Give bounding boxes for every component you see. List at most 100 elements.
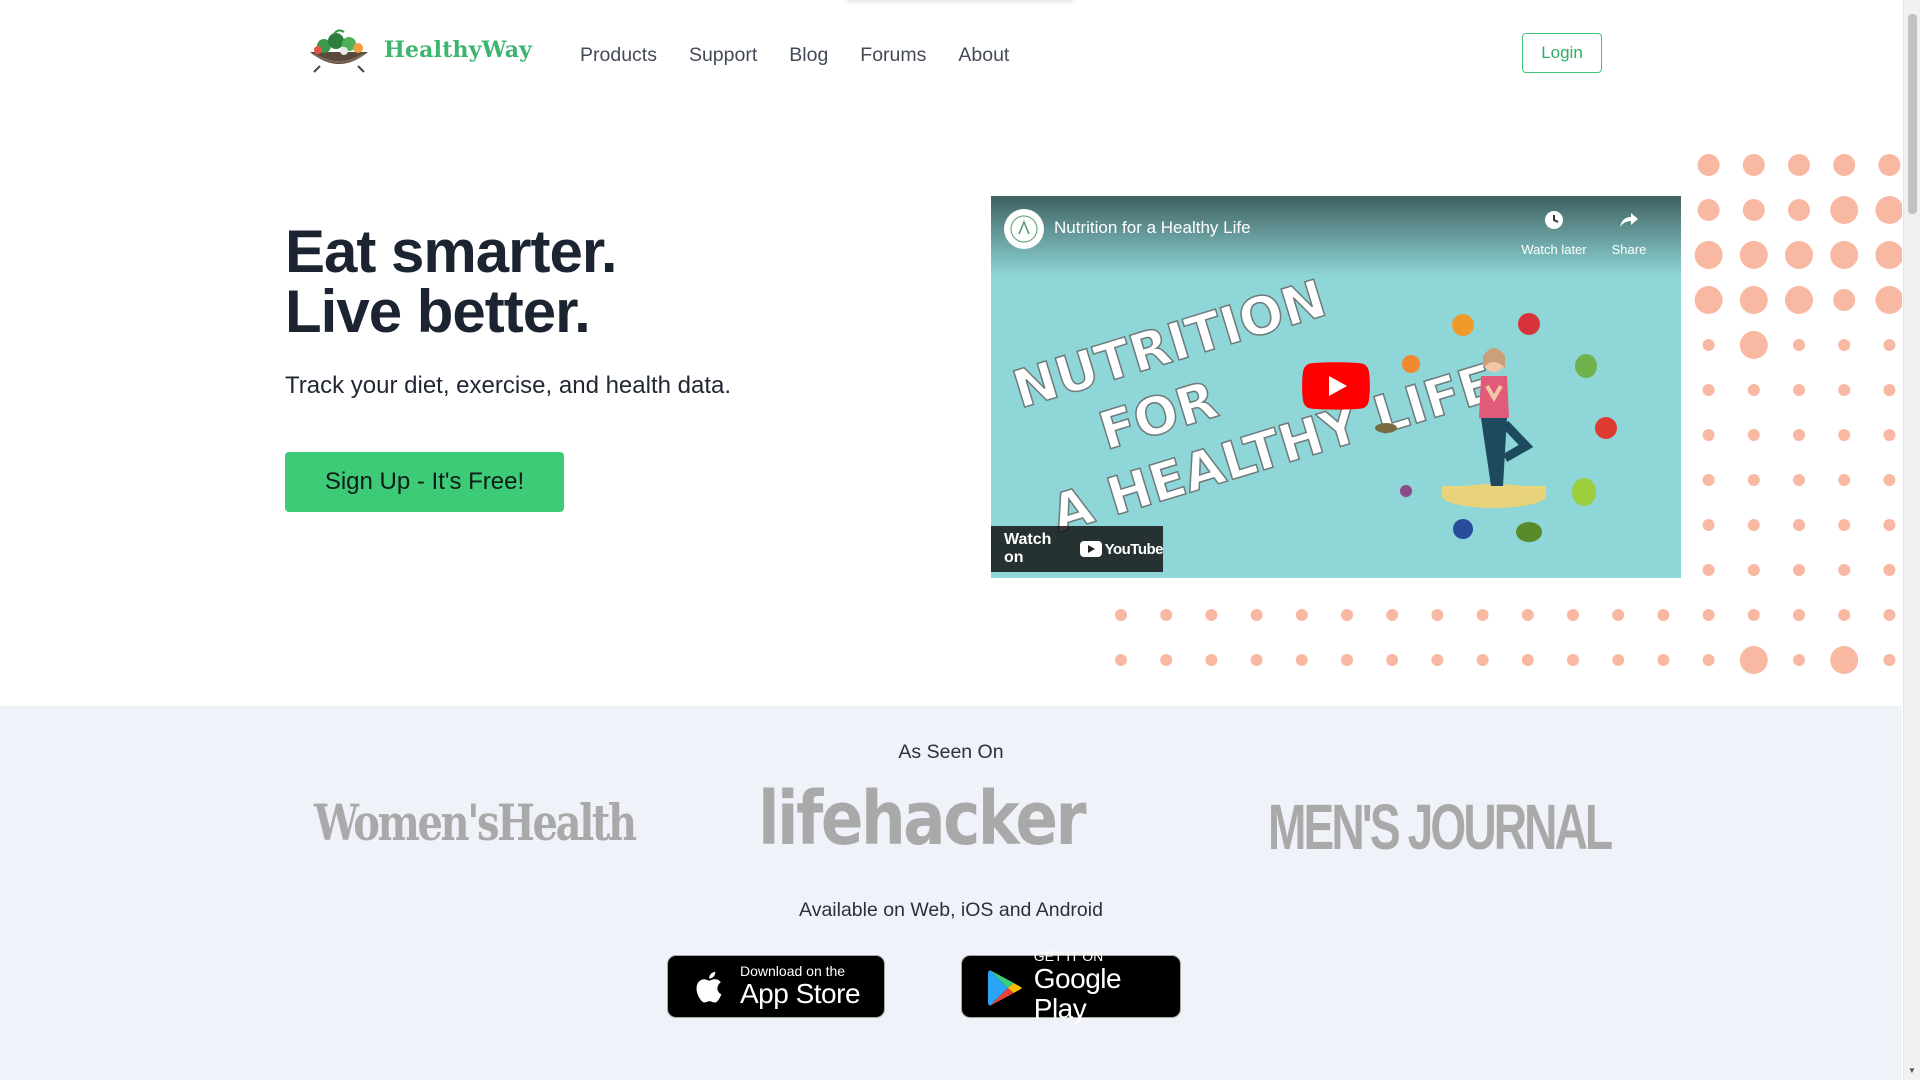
- decorative-dot: [1160, 654, 1173, 666]
- as-seen-on-heading: As Seen On: [898, 741, 1004, 763]
- play-icon[interactable]: [1302, 362, 1370, 410]
- google-play-text: GET IT ON Google Play: [1034, 949, 1180, 1024]
- decorative-dot: [1785, 286, 1813, 314]
- clock-icon: [1514, 209, 1594, 236]
- decorative-dot: [1793, 384, 1805, 396]
- decorative-dot: [1205, 654, 1218, 666]
- google-play-small-label: GET IT ON: [1033, 948, 1104, 964]
- nav-link-products[interactable]: Products: [580, 44, 657, 67]
- decorative-dot: [1476, 654, 1489, 666]
- page-scrollbar[interactable]: ▼: [1903, 0, 1920, 1080]
- logo-text: HealthyWay: [384, 37, 533, 63]
- decorative-dot: [1793, 429, 1805, 441]
- decorative-dot: [1785, 241, 1813, 269]
- decorative-dot: [1702, 474, 1715, 486]
- decorative-dot: [1115, 609, 1127, 621]
- fruit-pear: [1572, 478, 1596, 506]
- decorative-dot: [1793, 609, 1805, 621]
- youtube-play-icon: [1079, 541, 1102, 557]
- womens-health-logo: Women'sHealth: [314, 793, 637, 852]
- decorative-dot: [1612, 609, 1625, 621]
- lifehacker-logo: lifehacker: [758, 776, 1087, 862]
- site-logo[interactable]: HealthyWay: [304, 26, 532, 74]
- watch-later-label: Watch later: [1521, 242, 1587, 257]
- decorative-dot: [1697, 199, 1720, 221]
- share-button[interactable]: Share: [1589, 209, 1669, 257]
- page: HealthyWay Products Support Blog Forums …: [0, 0, 1902, 1080]
- decorative-dot: [1883, 609, 1896, 621]
- watch-on-youtube-button[interactable]: Watch on YouTube: [991, 526, 1164, 572]
- decorative-dot: [1115, 654, 1127, 666]
- decorative-dot: [1567, 654, 1579, 666]
- channel-avatar[interactable]: [1004, 209, 1044, 249]
- decorative-dot: [1567, 609, 1579, 621]
- decorative-dot: [1739, 286, 1768, 314]
- decorative-dot: [1747, 564, 1760, 576]
- fruit-avocado: [1516, 522, 1542, 542]
- decorative-dot: [1883, 339, 1896, 351]
- decorative-dot: [1250, 654, 1263, 666]
- decorative-dot: [1697, 154, 1720, 176]
- decorative-dot: [1838, 339, 1851, 351]
- hero-title-line-1: Eat smarter.: [285, 218, 618, 285]
- share-icon: [1589, 209, 1669, 236]
- scroll-down-arrow-icon[interactable]: ▼: [1908, 1066, 1916, 1075]
- decorative-dot: [1833, 154, 1856, 176]
- nav-link-support[interactable]: Support: [689, 44, 757, 67]
- fruit-tomato: [1518, 313, 1540, 335]
- decorative-dot: [1739, 331, 1768, 359]
- login-button[interactable]: Login: [1522, 33, 1602, 73]
- decorative-dot: [1521, 654, 1534, 666]
- decorative-dot: [1657, 609, 1670, 621]
- google-play-badge[interactable]: GET IT ON Google Play: [961, 949, 1181, 1024]
- decorative-dot: [1160, 609, 1173, 621]
- decorative-dot: [1341, 609, 1353, 621]
- decorative-dot: [1694, 241, 1723, 269]
- decorative-dot: [1788, 154, 1810, 176]
- app-store-small-label: Download on the: [740, 963, 846, 979]
- nav-link-forums[interactable]: Forums: [860, 44, 926, 67]
- decorative-dot: [1830, 196, 1859, 224]
- hero-title: Eat smarter. Live better.: [285, 218, 618, 345]
- youtube-video-embed[interactable]: NUTRITION FOR A HEALTHY LIFE Nutrition f…: [991, 196, 1681, 578]
- decorative-dot: [1838, 609, 1851, 621]
- decorative-dot: [1205, 609, 1218, 621]
- video-title[interactable]: Nutrition for a Healthy Life: [1054, 218, 1251, 238]
- decorative-dot: [1702, 609, 1715, 621]
- hero-title-line-2: Live better.: [285, 278, 591, 345]
- google-play-icon: [987, 969, 1022, 1006]
- decorative-dot: [1739, 241, 1768, 269]
- decorative-dot: [1386, 609, 1399, 621]
- app-store-badge[interactable]: Download on the App Store: [667, 955, 885, 1018]
- share-label: Share: [1611, 242, 1647, 257]
- decorative-dot: [1476, 609, 1489, 621]
- scrollbar-thumb[interactable]: [1908, 14, 1917, 214]
- decorative-dot: [1295, 654, 1308, 666]
- signup-button[interactable]: Sign Up - It's Free!: [285, 452, 564, 512]
- mens-journal-logo: MEN'S JOURNAL: [1268, 791, 1613, 863]
- decorative-dot: [1838, 429, 1851, 441]
- decorative-dot: [1838, 564, 1851, 576]
- watch-later-button[interactable]: Watch later: [1514, 209, 1594, 257]
- fruit-blueberries: [1453, 519, 1473, 539]
- app-store-big-label: App Store: [740, 978, 861, 1009]
- decorative-dot: [1830, 241, 1859, 269]
- decorative-dot: [1702, 429, 1715, 441]
- decorative-dot: [1883, 519, 1896, 531]
- decorative-dot: [1838, 519, 1851, 531]
- decorative-dot: [1833, 289, 1856, 311]
- fruit-watermelon: [1575, 354, 1597, 378]
- google-play-big-label: Google Play: [1033, 963, 1122, 1024]
- decorative-dot: [1883, 429, 1896, 441]
- decorative-dot: [1830, 646, 1859, 674]
- nav-link-about[interactable]: About: [958, 44, 1009, 67]
- decorative-dot: [1521, 609, 1534, 621]
- decorative-dot: [1386, 654, 1399, 666]
- decorative-dot: [1747, 429, 1760, 441]
- fruit-nuts: [1375, 423, 1397, 433]
- decorative-dot: [1875, 241, 1902, 269]
- channel-logo-icon: [1010, 215, 1038, 243]
- nav-link-blog[interactable]: Blog: [789, 44, 828, 67]
- main-nav: Products Support Blog Forums About: [580, 44, 1041, 67]
- decorative-dot: [1702, 519, 1715, 531]
